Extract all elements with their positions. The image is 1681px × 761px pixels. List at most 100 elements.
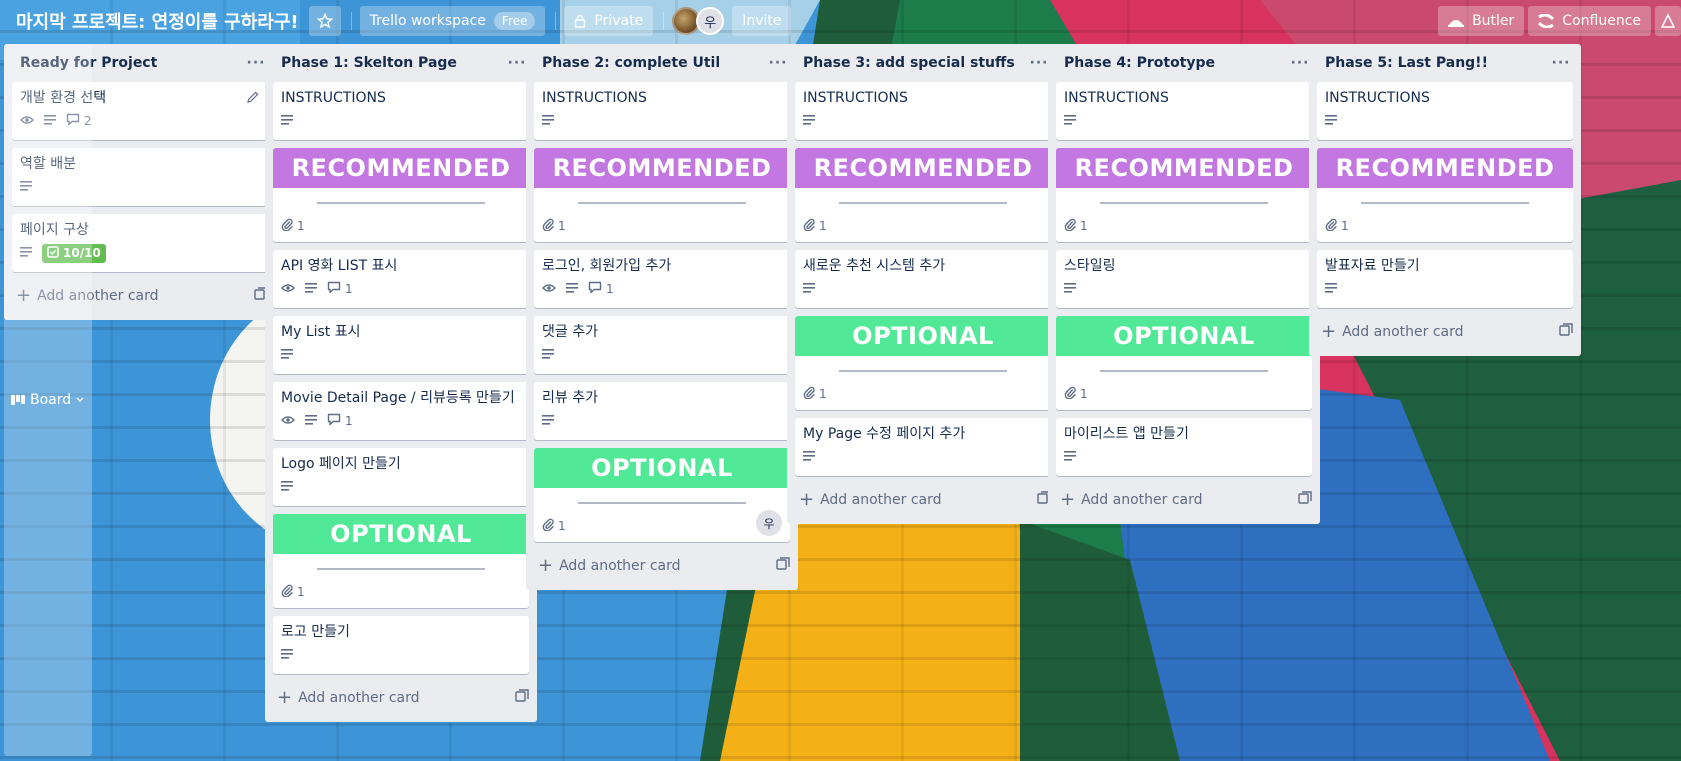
card[interactable]: 로그인, 회원가입 추가 1 bbox=[534, 250, 790, 308]
badge-count: 1 bbox=[1341, 219, 1349, 233]
workspace-button[interactable]: Trello workspace Free bbox=[359, 6, 546, 36]
card[interactable]: 발표자료 만들기 bbox=[1317, 250, 1573, 308]
card-title: My List 표시 bbox=[281, 324, 361, 340]
invite-button[interactable]: Invite bbox=[732, 6, 792, 36]
card[interactable]: 마이리스트 앱 만들기 bbox=[1056, 418, 1312, 476]
card-title: INSTRUCTIONS bbox=[803, 90, 908, 106]
card-title: My Page 수정 페이지 추가 bbox=[803, 426, 966, 442]
list-header[interactable]: Phase 1: Skelton Page ··· bbox=[265, 44, 537, 82]
header-divider bbox=[555, 12, 557, 30]
paperclip-icon bbox=[1325, 218, 1337, 234]
add-card-button[interactable]: + Add another card bbox=[1309, 316, 1581, 348]
plus-icon: + bbox=[277, 687, 293, 708]
list-menu-button[interactable]: ··· bbox=[1549, 55, 1573, 71]
list-title[interactable]: Phase 2: complete Util bbox=[542, 55, 720, 71]
card[interactable]: OPTIONAL 1 bbox=[273, 514, 529, 608]
description-icon bbox=[1325, 282, 1337, 296]
card-container: INSTRUCTIONS RECOMMENDED 1 로그인, 회원가입 추가 1 댓글 … bbox=[526, 82, 798, 542]
add-card-button[interactable]: + Add another card bbox=[1048, 484, 1320, 516]
list-header[interactable]: Phase 4: Prototype ··· bbox=[1048, 44, 1320, 82]
board-switcher-label: Board bbox=[30, 392, 72, 408]
card[interactable]: My List 표시 bbox=[273, 316, 529, 374]
list-header[interactable]: Phase 2: complete Util ··· bbox=[526, 44, 798, 82]
add-card-button[interactable]: + Add another card bbox=[787, 484, 1059, 516]
card[interactable]: Logo 페이지 만들기 bbox=[273, 448, 529, 506]
card-badges bbox=[281, 108, 521, 134]
add-card-button[interactable]: + Add another card bbox=[526, 550, 798, 582]
confluence-button[interactable]: Confluence bbox=[1528, 6, 1651, 36]
card[interactable]: OPTIONAL 1 bbox=[1056, 316, 1312, 410]
butler-button[interactable]: Butler bbox=[1438, 6, 1525, 36]
card[interactable]: 새로운 추천 시스템 추가 bbox=[795, 250, 1051, 308]
star-button[interactable] bbox=[308, 6, 341, 36]
card-template-icon[interactable] bbox=[776, 557, 790, 575]
description-badge bbox=[281, 648, 293, 662]
list-title[interactable]: Phase 3: add special stuffs bbox=[803, 55, 1015, 71]
header-divider bbox=[350, 12, 352, 30]
list-title[interactable]: Phase 1: Skelton Page bbox=[281, 55, 457, 71]
description-badge bbox=[1325, 114, 1337, 128]
paperclip-badge: 1 bbox=[542, 518, 566, 534]
card-title: 로그인, 회원가입 추가 bbox=[542, 258, 672, 274]
description-badge bbox=[281, 114, 293, 128]
card[interactable]: RECOMMENDED 1 bbox=[795, 148, 1051, 242]
description-badge bbox=[803, 282, 815, 296]
card[interactable]: RECOMMENDED 1 bbox=[1056, 148, 1312, 242]
list-title[interactable]: Phase 4: Prototype bbox=[1064, 55, 1215, 71]
card-template-icon[interactable] bbox=[1559, 323, 1573, 341]
card-title: Movie Detail Page / 리뷰등록 만들기 bbox=[281, 390, 515, 406]
power-up-overflow-button[interactable] bbox=[1655, 6, 1681, 36]
optional-cover: OPTIONAL bbox=[273, 514, 529, 554]
card-badges bbox=[542, 108, 782, 134]
visibility-button[interactable]: Private bbox=[564, 6, 654, 36]
card[interactable]: 리뷰 추가 bbox=[534, 382, 790, 440]
optional-cover: OPTIONAL bbox=[1056, 316, 1312, 356]
badge-count: 1 bbox=[606, 282, 614, 296]
card[interactable]: 로고 만들기 bbox=[273, 616, 529, 674]
cover-divider bbox=[1100, 370, 1268, 372]
card[interactable]: RECOMMENDED 1 bbox=[534, 148, 790, 242]
board-title[interactable]: 마지막 프로젝트: 연정이를 구하라구! bbox=[16, 8, 299, 34]
confluence-label: Confluence bbox=[1562, 13, 1641, 29]
card[interactable]: INSTRUCTIONS bbox=[534, 82, 790, 140]
add-card-button[interactable]: + Add another card bbox=[265, 682, 537, 714]
card[interactable]: My Page 수정 페이지 추가 bbox=[795, 418, 1051, 476]
plus-icon: + bbox=[1321, 321, 1337, 342]
add-card-label: Add another card bbox=[820, 492, 942, 508]
list-header[interactable]: Phase 3: add special stuffs ··· bbox=[787, 44, 1059, 82]
card[interactable]: INSTRUCTIONS bbox=[1317, 82, 1573, 140]
board-switcher-button[interactable]: Board bbox=[4, 44, 93, 756]
card-template-icon[interactable] bbox=[1298, 491, 1312, 509]
card-badges bbox=[1064, 108, 1304, 134]
plus-icon: + bbox=[799, 489, 815, 510]
card[interactable]: OPTIONAL 1 bbox=[795, 316, 1051, 410]
description-badge bbox=[305, 282, 317, 296]
card-template-icon[interactable] bbox=[515, 689, 529, 707]
visibility-label: Private bbox=[594, 13, 644, 29]
card[interactable]: INSTRUCTIONS bbox=[273, 82, 529, 140]
add-card-left: + Add another card bbox=[277, 689, 420, 707]
card[interactable]: OPTIONAL 1 우 bbox=[534, 448, 790, 542]
member-avatar-initial[interactable]: 우 bbox=[696, 7, 725, 35]
card[interactable]: 댓글 추가 bbox=[534, 316, 790, 374]
list-header[interactable]: Phase 5: Last Pang!! ··· bbox=[1309, 44, 1581, 82]
paperclip-icon bbox=[803, 386, 815, 402]
card[interactable]: RECOMMENDED 1 bbox=[273, 148, 529, 242]
description-icon bbox=[281, 348, 293, 362]
list-title[interactable]: Phase 5: Last Pang!! bbox=[1325, 55, 1488, 71]
card[interactable]: RECOMMENDED 1 bbox=[1317, 148, 1573, 242]
card-badges bbox=[281, 642, 521, 668]
card[interactable]: 스타일링 bbox=[1056, 250, 1312, 308]
card-member-avatar[interactable]: 우 bbox=[756, 510, 782, 536]
recommended-cover: RECOMMENDED bbox=[534, 148, 790, 188]
comment-badge: 1 bbox=[327, 413, 353, 429]
card[interactable]: INSTRUCTIONS bbox=[1056, 82, 1312, 140]
pencil-icon[interactable] bbox=[246, 90, 260, 108]
paperclip-icon bbox=[542, 518, 554, 534]
card[interactable]: Movie Detail Page / 리뷰등록 만들기 1 bbox=[273, 382, 529, 440]
card[interactable]: API 영화 LIST 표시 1 bbox=[273, 250, 529, 308]
header-right-actions: Butler Confluence bbox=[1438, 6, 1681, 36]
card-badges: 1 bbox=[273, 216, 529, 242]
card[interactable]: INSTRUCTIONS bbox=[795, 82, 1051, 140]
description-badge bbox=[542, 114, 554, 128]
